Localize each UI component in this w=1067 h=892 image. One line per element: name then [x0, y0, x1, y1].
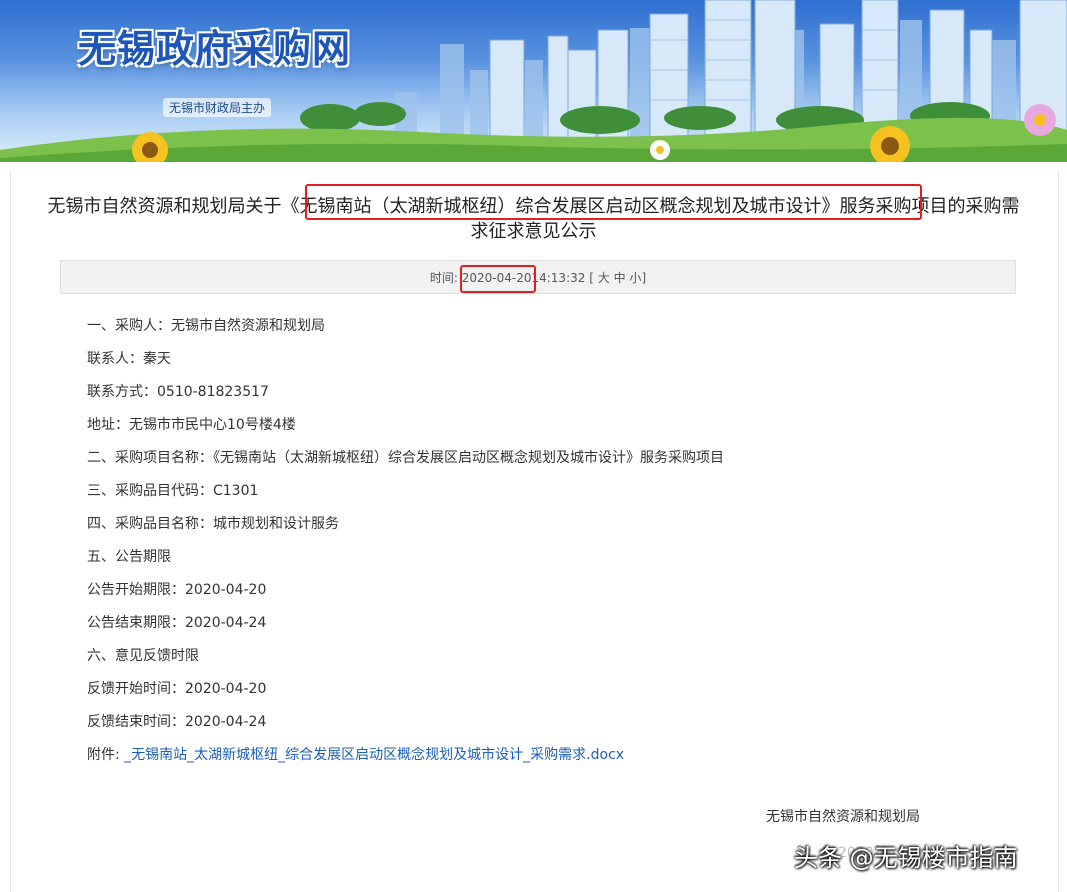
body-line: 地址：无锡市市民中心10号楼4楼 [87, 417, 296, 433]
font-size-open: [ [589, 271, 594, 285]
site-banner: 无锡政府采购网 无锡市财政局主办 [0, 0, 1067, 162]
attachment-label: 附件: [87, 747, 120, 763]
body-line: 四、采购品目名称：城市规划和设计服务 [87, 516, 339, 532]
body-line: 二、采购项目名称：《无锡南站（太湖新城枢纽）综合发展区启动区概念规划及城市设计》… [87, 450, 724, 466]
body-line: 公告开始期限：2020-04-20 [87, 582, 267, 598]
font-size-close: ] [641, 271, 647, 285]
body-line: 反馈结束时间：2020-04-24 [87, 714, 267, 730]
body-line: 五、公告期限 [87, 549, 171, 565]
time-label: 时间: [429, 271, 458, 285]
publish-time: 14:13:32 [531, 271, 586, 285]
font-size-small-button[interactable]: 小 [629, 271, 641, 285]
font-size-large-button[interactable]: 大 [598, 271, 610, 285]
article-meta-bar: 时间: 2020-04-2014:13:32 [ 大 中 小] [60, 260, 1016, 294]
title-highlight: 《无锡南站（太湖新城枢纽）综合发展区启动区概念规划及城市设计》 [281, 196, 840, 217]
body-line: 联系方式：0510-81823517 [87, 384, 269, 400]
body-line: 六、意见反馈时限 [87, 648, 199, 664]
body-line: 一、采购人：无锡市自然资源和规划局 [87, 318, 325, 334]
signer-name: 无锡市自然资源和规划局 [766, 809, 920, 825]
font-size-medium-button[interactable]: 中 [614, 271, 626, 285]
publish-date: 2020-04-20 [461, 271, 532, 285]
body-line: 三、采购品目代码：C1301 [87, 483, 259, 499]
body-line: 联系人：秦天 [87, 351, 171, 367]
title-prefix: 无锡市自然资源和规划局关于 [47, 196, 282, 217]
article-title: 无锡市自然资源和规划局关于《无锡南站（太湖新城枢纽）综合发展区启动区概念规划及城… [40, 194, 1027, 244]
watermark-text: 头条 @无锡楼市指南 [794, 844, 1018, 872]
body-line: 公告结束期限：2020-04-24 [87, 615, 267, 631]
site-title[interactable]: 无锡政府采购网 [78, 18, 351, 73]
attachment-link[interactable]: _无锡南站_太湖新城枢纽_综合发展区启动区概念规划及城市设计_采购需求.docx [124, 747, 624, 763]
attachment-line: 附件: _无锡南站_太湖新城枢纽_综合发展区启动区概念规划及城市设计_采购需求.… [87, 745, 1027, 778]
article-body: 一、采购人：无锡市自然资源和规划局 联系人：秦天 联系方式：0510-81823… [87, 316, 1027, 778]
body-line: 反馈开始时间：2020-04-20 [87, 681, 267, 697]
site-sponsor: 无锡市财政局主办 [163, 98, 272, 117]
